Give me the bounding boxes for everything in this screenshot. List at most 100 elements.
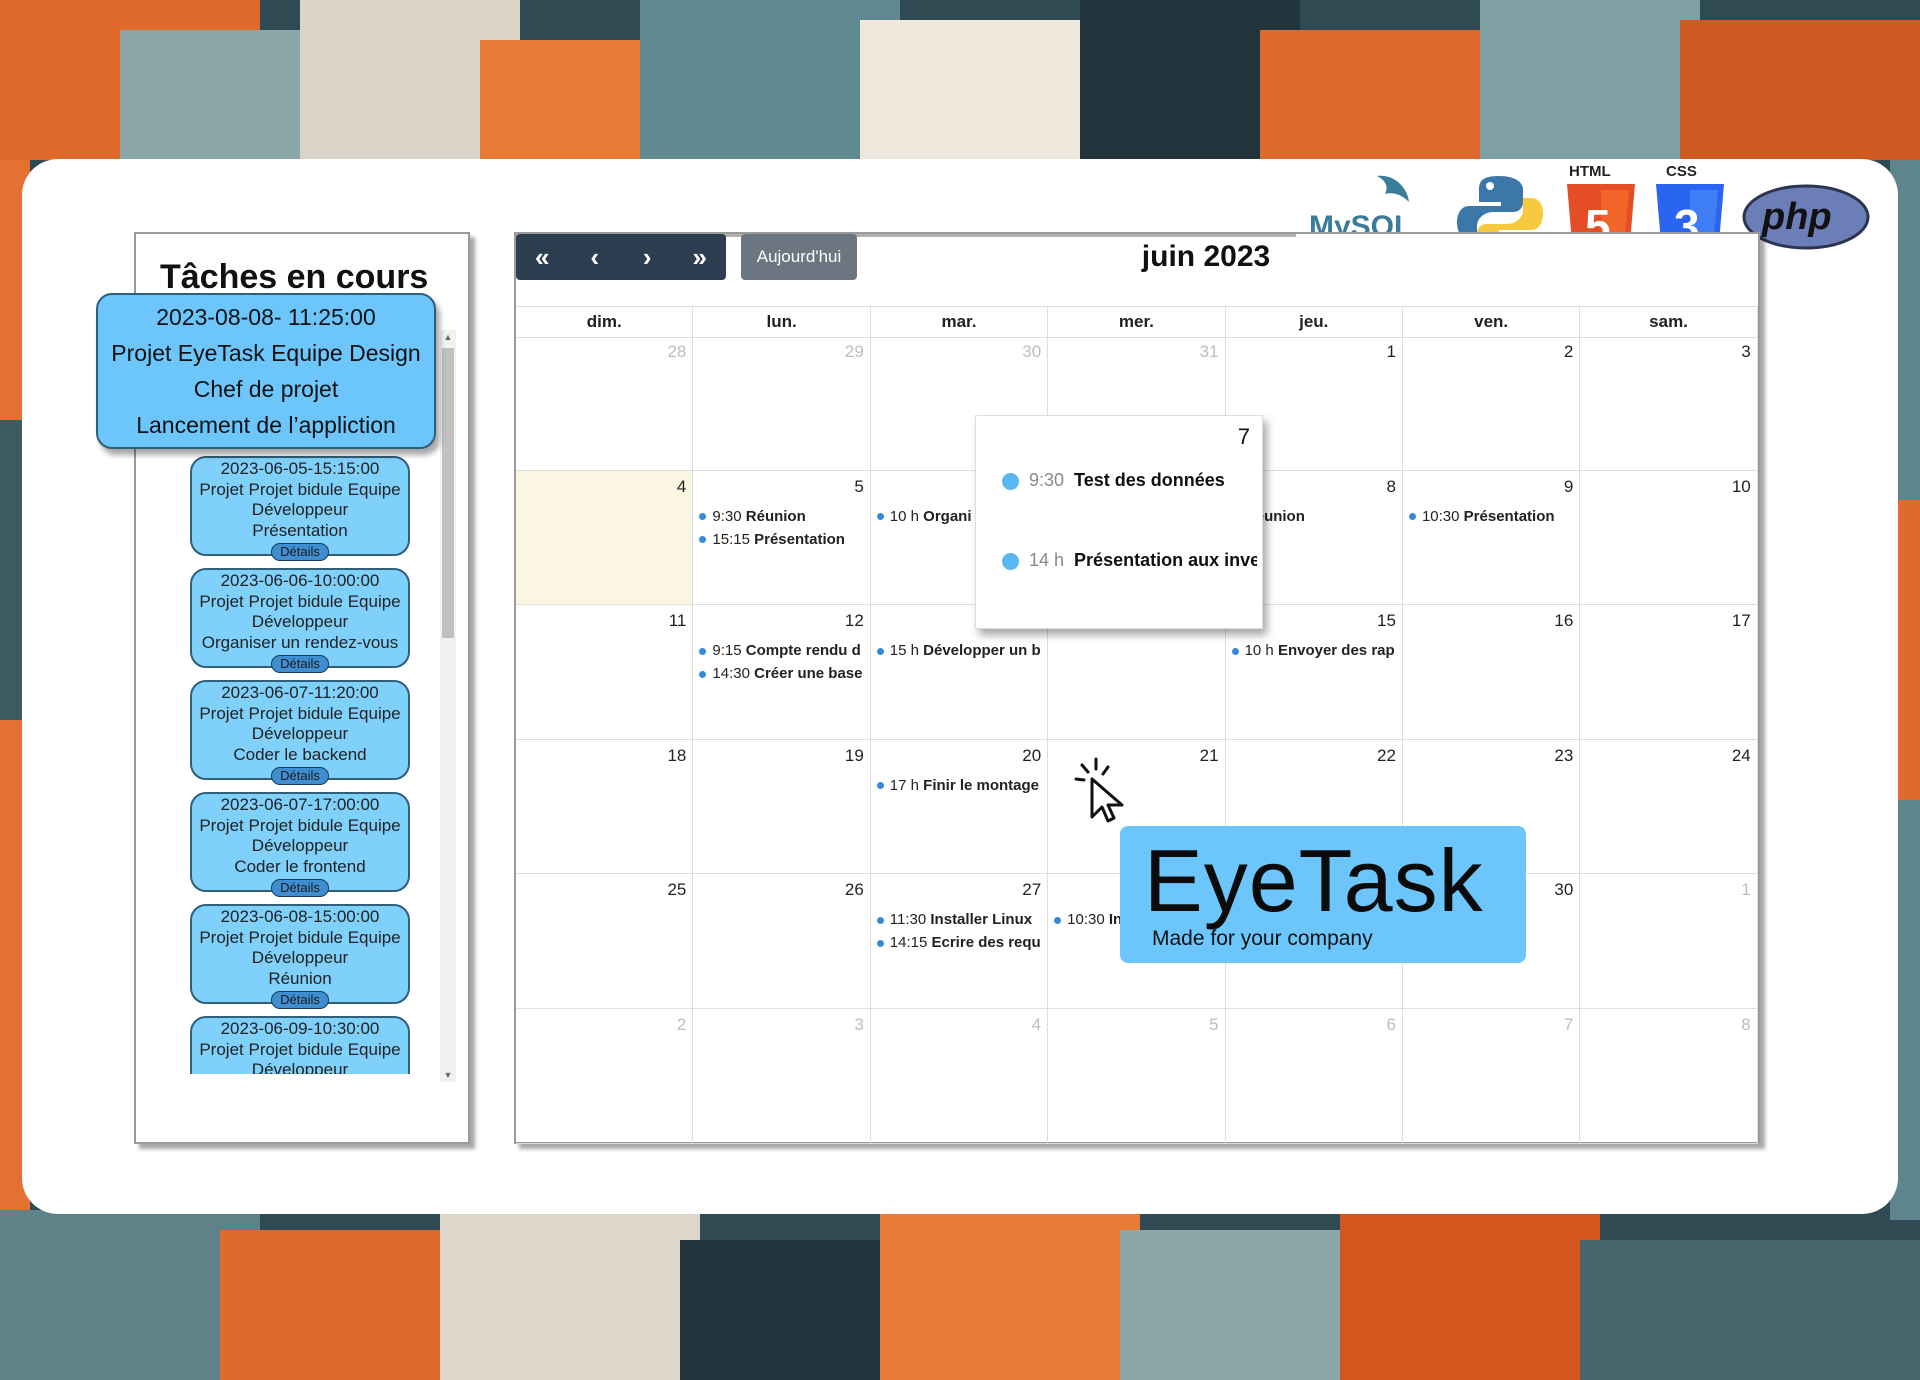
day-cell[interactable]: 24 bbox=[1580, 739, 1758, 875]
calendar-event[interactable]: 9:30 Réunion bbox=[699, 505, 869, 528]
day-number[interactable]: 31 bbox=[1200, 342, 1219, 362]
day-number[interactable]: 27 bbox=[1022, 880, 1041, 900]
day-cell[interactable]: 4 bbox=[516, 470, 694, 606]
day-number[interactable]: 2 bbox=[1564, 342, 1573, 362]
task-hover-popup[interactable]: 2023-08-08- 11:25:00 Projet EyeTask Equi… bbox=[96, 293, 436, 449]
calendar-event[interactable]: 10:30 Présentation bbox=[1408, 505, 1579, 528]
day-number[interactable]: 5 bbox=[854, 477, 863, 497]
details-button[interactable]: Détails bbox=[271, 543, 329, 561]
day-cell[interactable]: 25 bbox=[516, 874, 694, 1009]
day-number[interactable]: 16 bbox=[1554, 611, 1573, 631]
day-number[interactable]: 1 bbox=[1386, 342, 1395, 362]
next-month-button[interactable]: › bbox=[621, 234, 674, 280]
day-number[interactable]: 22 bbox=[1377, 746, 1396, 766]
day-number[interactable]: 1 bbox=[1741, 880, 1750, 900]
day-cell[interactable]: 1 bbox=[1580, 874, 1758, 1009]
task-card[interactable]: 2023-06-09-10:30:00 Projet Projet bidule… bbox=[190, 1016, 410, 1074]
day-number[interactable]: 30 bbox=[1554, 880, 1573, 900]
today-button[interactable]: Aujourd'hui bbox=[741, 234, 857, 280]
day-number[interactable]: 6 bbox=[1386, 1015, 1395, 1035]
event-time: 10 h bbox=[1244, 642, 1274, 660]
day-number[interactable]: 23 bbox=[1554, 746, 1573, 766]
day-number[interactable]: 30 bbox=[1022, 342, 1041, 362]
calendar-event[interactable]: 10 h Envoyer des rap bbox=[1231, 639, 1402, 662]
day-number[interactable]: 15 bbox=[1377, 611, 1396, 631]
details-button[interactable]: Détails bbox=[271, 767, 329, 785]
day-cell[interactable]: 2 bbox=[1402, 336, 1581, 471]
day-number[interactable]: 7 bbox=[1564, 1015, 1573, 1035]
day-number[interactable]: 3 bbox=[1741, 342, 1750, 362]
calendar-event[interactable]: 11:30 Installer Linux bbox=[876, 908, 1047, 931]
day-number[interactable]: 4 bbox=[677, 477, 686, 497]
task-card[interactable]: 2023-06-07-11:20:00 Projet Projet bidule… bbox=[190, 680, 410, 785]
day-number[interactable]: 21 bbox=[1200, 746, 1219, 766]
day-number[interactable]: 18 bbox=[667, 746, 686, 766]
day-cell[interactable]: 5 bbox=[1048, 1009, 1226, 1144]
calendar-event[interactable]: 14:30 Créer une base bbox=[699, 662, 869, 685]
next-year-button[interactable]: » bbox=[674, 234, 727, 280]
day-number[interactable]: 24 bbox=[1732, 746, 1751, 766]
details-button[interactable]: Détails bbox=[271, 991, 329, 1009]
day-number[interactable]: 8 bbox=[1741, 1015, 1750, 1035]
day-number[interactable]: 28 bbox=[667, 342, 686, 362]
event-time: 10:30 bbox=[1421, 507, 1460, 525]
task-card[interactable]: 2023-06-08-15:00:00 Projet Projet bidule… bbox=[190, 904, 410, 1009]
day-number[interactable]: 17 bbox=[1732, 611, 1751, 631]
day-cell[interactable]: 29 bbox=[693, 336, 871, 471]
day-cell[interactable]: 17 bbox=[1580, 605, 1758, 740]
details-button[interactable]: Détails bbox=[271, 879, 329, 897]
day-number[interactable]: 20 bbox=[1022, 746, 1041, 766]
day-number[interactable]: 5 bbox=[1209, 1015, 1218, 1035]
day-number[interactable]: 19 bbox=[845, 746, 864, 766]
calendar-event[interactable]: 15:15 Présentation bbox=[699, 528, 869, 551]
day-cell[interactable]: 9 10:30 Présentation bbox=[1402, 470, 1581, 606]
day-cell[interactable]: 28 bbox=[516, 336, 694, 471]
scroll-up-arrow-icon[interactable]: ▲ bbox=[443, 332, 453, 342]
prev-month-button[interactable]: ‹ bbox=[569, 234, 622, 280]
day-number[interactable]: 2 bbox=[677, 1015, 686, 1035]
event-dot-icon bbox=[1002, 472, 1019, 490]
day-cell[interactable]: 2 bbox=[516, 1009, 694, 1144]
day-cell[interactable]: 7 bbox=[1402, 1009, 1581, 1144]
details-button[interactable]: Détails bbox=[271, 655, 329, 673]
day-number[interactable]: 25 bbox=[667, 880, 686, 900]
day-cell[interactable]: 12 9:15 Compte rendu d 14:30 Créer une bas… bbox=[693, 605, 871, 740]
day-cell[interactable]: 20 17 h Finir le montage bbox=[870, 739, 1049, 875]
day-events-popover[interactable]: 7 9:30 Test des données 14 h Présentation … bbox=[975, 415, 1263, 629]
day-cell[interactable]: 3 bbox=[1580, 336, 1758, 471]
day-cell[interactable]: 10 bbox=[1580, 470, 1758, 606]
calendar-event[interactable]: 14:15 Ecrire des requ bbox=[876, 931, 1047, 954]
day-cell[interactable]: 26 bbox=[693, 874, 871, 1009]
day-number[interactable]: 8 bbox=[1386, 477, 1395, 497]
day-cell[interactable]: 5 9:30 Réunion 15:15 Présentation bbox=[693, 470, 871, 606]
day-cell[interactable]: 18 bbox=[516, 739, 694, 875]
task-card[interactable]: 2023-06-07-17:00:00 Projet Projet bidule… bbox=[190, 792, 410, 897]
task-card[interactable]: 2023-06-05-15:15:00 Projet Projet bidule… bbox=[190, 456, 410, 561]
tasks-scrollbar[interactable]: ▲ ▼ bbox=[440, 330, 456, 1082]
day-cell[interactable]: 4 bbox=[870, 1009, 1049, 1144]
calendar-event[interactable]: 9:15 Compte rendu d bbox=[699, 639, 869, 662]
day-number[interactable]: 10 bbox=[1732, 477, 1751, 497]
day-cell[interactable]: 3 bbox=[693, 1009, 871, 1144]
day-cell[interactable]: 19 bbox=[693, 739, 871, 875]
day-cell[interactable]: 11 bbox=[516, 605, 694, 740]
task-card[interactable]: 2023-06-06-10:00:00 Projet Projet bidule… bbox=[190, 568, 410, 673]
day-number[interactable]: 4 bbox=[1032, 1015, 1041, 1035]
day-number[interactable]: 26 bbox=[845, 880, 864, 900]
day-number[interactable]: 11 bbox=[669, 611, 687, 631]
calendar-event[interactable]: 15 h Développer un b bbox=[876, 639, 1047, 662]
calendar-event[interactable]: 17 h Finir le montage bbox=[876, 774, 1047, 797]
day-cell[interactable]: 16 bbox=[1402, 605, 1581, 740]
day-number[interactable]: 12 bbox=[845, 611, 864, 631]
scroll-down-arrow-icon[interactable]: ▼ bbox=[443, 1070, 453, 1080]
day-cell[interactable]: 6 bbox=[1225, 1009, 1403, 1144]
day-number[interactable]: 3 bbox=[854, 1015, 863, 1035]
day-number[interactable]: 9 bbox=[1564, 477, 1573, 497]
popover-event[interactable]: 9:30 Test des données bbox=[1002, 470, 1257, 491]
day-cell[interactable]: 27 11:30 Installer Linux 14:15 Ecrire des … bbox=[870, 874, 1049, 1009]
popover-event[interactable]: 14 h Présentation aux inve bbox=[1002, 550, 1257, 571]
scroll-thumb[interactable] bbox=[442, 348, 454, 638]
day-number[interactable]: 29 bbox=[845, 342, 864, 362]
day-cell[interactable]: 8 bbox=[1580, 1009, 1758, 1144]
prev-year-button[interactable]: « bbox=[516, 234, 569, 280]
